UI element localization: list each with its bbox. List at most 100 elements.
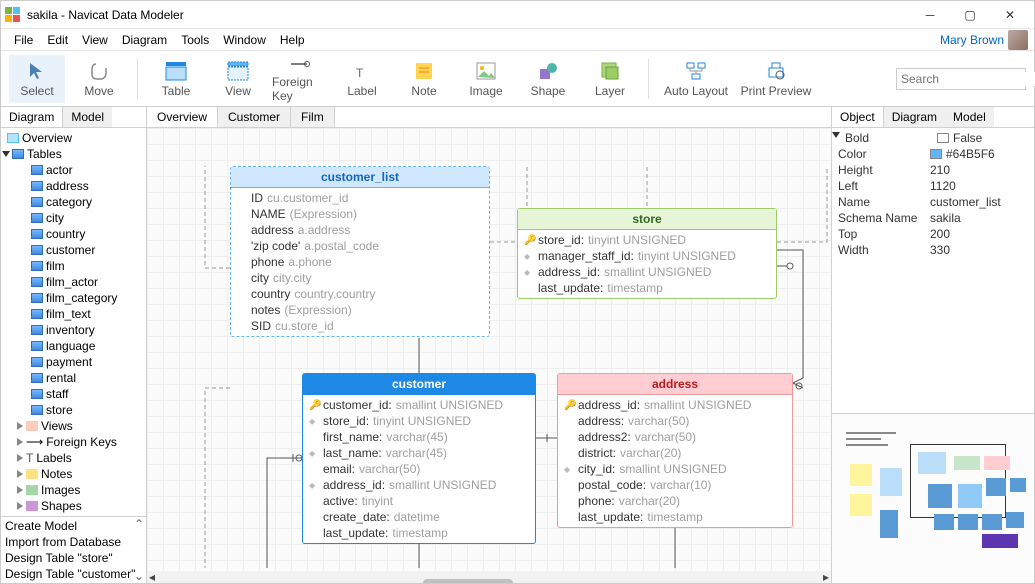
field-row[interactable]: last_update: timestamp — [564, 509, 786, 525]
prop-top[interactable]: Top200 — [832, 226, 1034, 242]
scroll-right-icon[interactable]: ▸ — [821, 570, 831, 583]
diagram-tree[interactable]: Overview Tables actoraddresscategorycity… — [1, 128, 146, 516]
minimap[interactable] — [832, 413, 1034, 583]
entity-customer[interactable]: customer 🔑customer_id: smallint UNSIGNED… — [302, 373, 536, 544]
scroll-down[interactable]: ⌄ — [134, 569, 144, 583]
close-button[interactable]: ✕ — [990, 1, 1030, 29]
right-tab-object[interactable]: Object — [832, 107, 884, 127]
field-row[interactable]: phone: varchar(20) — [564, 493, 786, 509]
prop-schema-name[interactable]: Schema Namesakila — [832, 210, 1034, 226]
tree-overview[interactable]: Overview — [3, 130, 144, 146]
menu-help[interactable]: Help — [273, 31, 312, 49]
menu-window[interactable]: Window — [216, 31, 273, 49]
scroll-left-icon[interactable]: ◂ — [147, 570, 157, 583]
tool-fk[interactable]: Foreign Key — [272, 55, 328, 103]
entity-address[interactable]: address 🔑address_id: smallint UNSIGNEDad… — [557, 373, 793, 528]
menu-file[interactable]: File — [7, 31, 40, 49]
tree-table-customer[interactable]: customer — [3, 242, 144, 258]
tool-shape[interactable]: Shape — [520, 55, 576, 103]
field-row[interactable]: SID cu.store_id — [237, 318, 483, 334]
field-row[interactable]: phone a.phone — [237, 254, 483, 270]
tool-view[interactable]: View — [210, 55, 266, 103]
prop-name[interactable]: Namecustomer_list — [832, 194, 1034, 210]
tree-tables[interactable]: Tables — [3, 146, 144, 162]
field-row[interactable]: notes (Expression) — [237, 302, 483, 318]
user-avatar[interactable] — [1008, 30, 1028, 50]
tree-shapes[interactable]: Shapes — [3, 498, 144, 514]
left-tab-diagram[interactable]: Diagram — [1, 107, 63, 127]
diagram-tab-film[interactable]: Film — [291, 107, 335, 127]
menu-tools[interactable]: Tools — [174, 31, 216, 49]
entity-store[interactable]: store 🔑store_id: tinyint UNSIGNED◆manage… — [517, 208, 777, 299]
tree-table-rental[interactable]: rental — [3, 370, 144, 386]
tree-table-film_text[interactable]: film_text — [3, 306, 144, 322]
tree-labels[interactable]: TLabels — [3, 450, 144, 466]
field-row[interactable]: email: varchar(50) — [309, 461, 529, 477]
tree-table-language[interactable]: language — [3, 338, 144, 354]
field-row[interactable]: 🔑address_id: smallint UNSIGNED — [564, 397, 786, 413]
field-row[interactable]: country country.country — [237, 286, 483, 302]
field-row[interactable]: address a.address — [237, 222, 483, 238]
tree-images[interactable]: Images — [3, 482, 144, 498]
field-row[interactable]: ◆manager_staff_id: tinyint UNSIGNED — [524, 248, 770, 264]
field-row[interactable]: last_update: timestamp — [309, 525, 529, 541]
field-row[interactable]: address: varchar(50) — [564, 413, 786, 429]
prop-color[interactable]: Color#64B5F6 — [832, 146, 1034, 162]
tree-foreign-keys[interactable]: ⟶Foreign Keys — [3, 434, 144, 450]
tool-table[interactable]: Table — [148, 55, 204, 103]
search-box[interactable]: 🔍 — [896, 68, 1026, 90]
field-row[interactable]: ◆city_id: smallint UNSIGNED — [564, 461, 786, 477]
tool-auto[interactable]: Auto Layout — [659, 55, 733, 103]
field-row[interactable]: ◆last_name: varchar(45) — [309, 445, 529, 461]
tree-notes[interactable]: Notes — [3, 466, 144, 482]
menu-view[interactable]: View — [75, 31, 115, 49]
property-grid[interactable]: BoldFalse Color#64B5F6Height210Left1120N… — [832, 128, 1034, 260]
tool-note[interactable]: Note — [396, 55, 452, 103]
field-row[interactable]: ◆store_id: tinyint UNSIGNED — [309, 413, 529, 429]
prop-width[interactable]: Width330 — [832, 242, 1034, 258]
tree-table-city[interactable]: city — [3, 210, 144, 226]
tree-table-country[interactable]: country — [3, 226, 144, 242]
left-tab-model[interactable]: Model — [63, 107, 112, 127]
field-row[interactable]: NAME (Expression) — [237, 206, 483, 222]
field-row[interactable]: first_name: varchar(45) — [309, 429, 529, 445]
field-row[interactable]: address2: varchar(50) — [564, 429, 786, 445]
tree-table-address[interactable]: address — [3, 178, 144, 194]
tool-preview[interactable]: Print Preview — [739, 55, 813, 103]
tool-image[interactable]: Image — [458, 55, 514, 103]
field-row[interactable]: last_update: timestamp — [524, 280, 770, 296]
user-name[interactable]: Mary Brown — [933, 31, 1004, 49]
task-item[interactable]: Design Table "customer" — [5, 566, 142, 582]
task-item[interactable]: Import from Database — [5, 534, 142, 550]
tree-table-film[interactable]: film — [3, 258, 144, 274]
field-row[interactable]: create_date: datetime — [309, 509, 529, 525]
prop-left[interactable]: Left1120 — [832, 178, 1034, 194]
tree-table-store[interactable]: store — [3, 402, 144, 418]
field-row[interactable]: 'zip code' a.postal_code — [237, 238, 483, 254]
diagram-canvas[interactable]: customer_list ID cu.customer_idNAME (Exp… — [147, 128, 831, 583]
tree-table-film_actor[interactable]: film_actor — [3, 274, 144, 290]
tree-views[interactable]: Views — [3, 418, 144, 434]
tool-move[interactable]: Move — [71, 55, 127, 103]
entity-customer-list[interactable]: customer_list ID cu.customer_idNAME (Exp… — [230, 166, 490, 337]
minimize-button[interactable]: ─ — [910, 1, 950, 29]
tree-table-film_category[interactable]: film_category — [3, 290, 144, 306]
tool-select[interactable]: Select — [9, 55, 65, 103]
scrollbar-thumb[interactable] — [423, 579, 513, 583]
field-row[interactable]: 🔑customer_id: smallint UNSIGNED — [309, 397, 529, 413]
tool-label[interactable]: TLabel — [334, 55, 390, 103]
menu-diagram[interactable]: Diagram — [115, 31, 174, 49]
field-row[interactable]: ◆address_id: smallint UNSIGNED — [524, 264, 770, 280]
diagram-tab-overview[interactable]: Overview — [147, 107, 218, 127]
tree-table-payment[interactable]: payment — [3, 354, 144, 370]
task-item[interactable]: Create Model — [5, 518, 142, 534]
diagram-tab-customer[interactable]: Customer — [218, 107, 291, 127]
field-row[interactable]: 🔑store_id: tinyint UNSIGNED — [524, 232, 770, 248]
field-row[interactable]: city city.city — [237, 270, 483, 286]
prop-expand-row[interactable]: BoldFalse — [832, 130, 1034, 146]
tree-table-category[interactable]: category — [3, 194, 144, 210]
search-input[interactable] — [901, 72, 1035, 86]
scroll-up[interactable]: ⌃ — [134, 517, 144, 531]
field-row[interactable]: ID cu.customer_id — [237, 190, 483, 206]
menu-edit[interactable]: Edit — [40, 31, 75, 49]
